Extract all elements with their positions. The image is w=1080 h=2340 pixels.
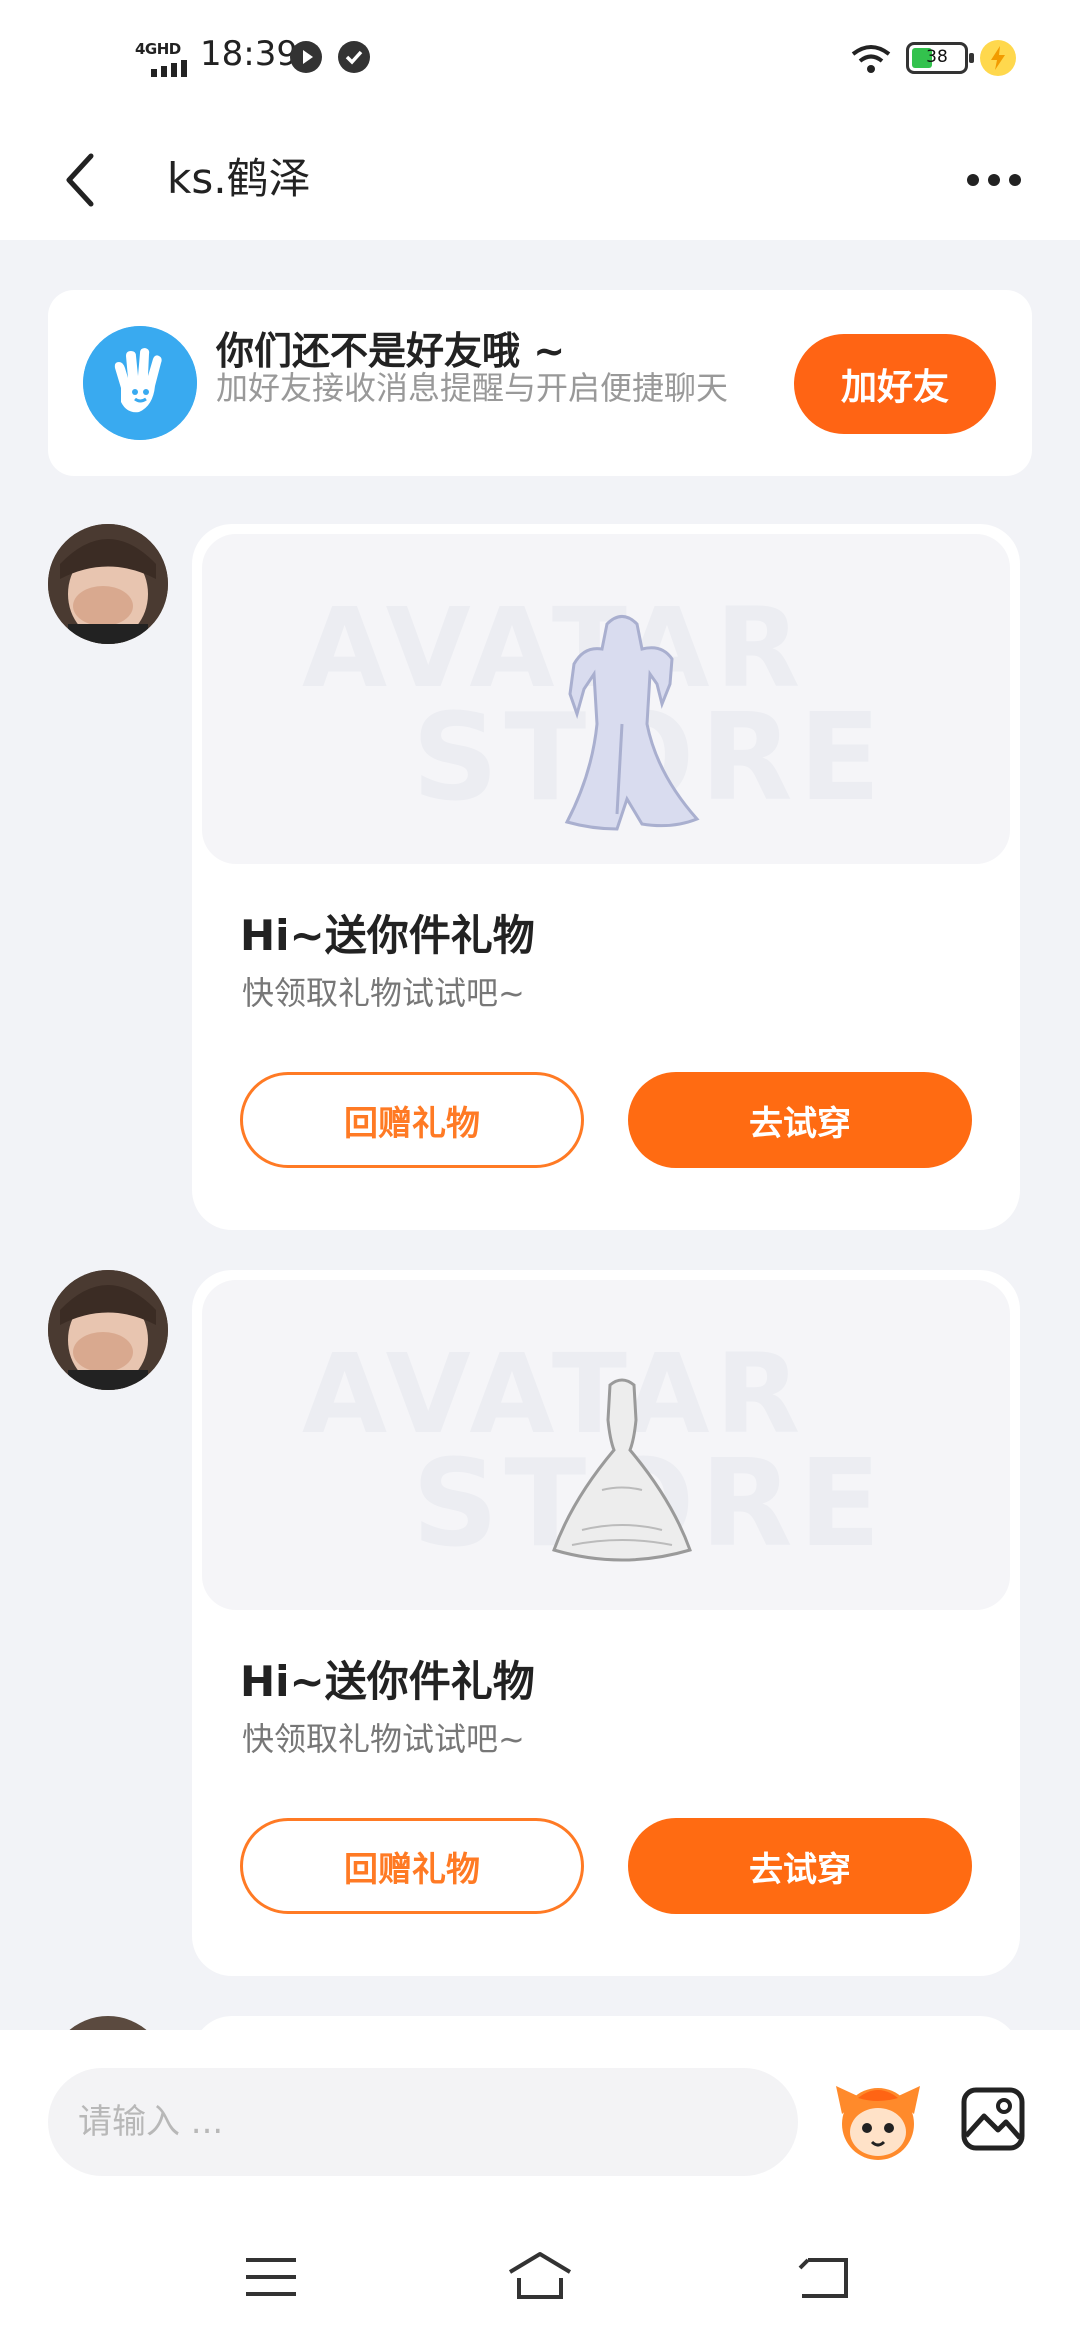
system-navigation-bar bbox=[0, 2220, 1080, 2340]
try-on-button[interactable]: 去试穿 bbox=[628, 1818, 972, 1914]
waving-hand-icon bbox=[83, 326, 197, 440]
gift-subtitle: 快领取礼物试试吧~ bbox=[242, 974, 525, 1012]
wedding-dress-icon bbox=[552, 1378, 692, 1562]
back-arrow-icon[interactable] bbox=[55, 142, 111, 218]
banner-title: 你们还不是好友哦 ~ bbox=[216, 329, 566, 373]
more-options-icon[interactable] bbox=[964, 162, 1024, 198]
back-nav-icon[interactable] bbox=[790, 2242, 860, 2312]
menu-icon[interactable] bbox=[236, 2242, 306, 2312]
avatar[interactable] bbox=[48, 524, 168, 644]
cellular-signal-icon: 4GHD bbox=[135, 40, 191, 80]
ghost-costume-icon bbox=[564, 615, 700, 831]
banner-subtitle: 加好友接收消息提醒与开启便捷聊天 bbox=[216, 369, 729, 407]
gift-card: AVATAR STORE Hi~送你件礼物 快领取礼物试试吧~ 回赠礼物 去试穿 bbox=[192, 524, 1020, 1230]
home-icon[interactable] bbox=[505, 2242, 575, 2312]
check-notification-icon bbox=[338, 41, 370, 73]
status-bar: 4GHD 18:39 38 bbox=[0, 0, 1080, 120]
gift-title: Hi~送你件礼物 bbox=[240, 1657, 535, 1706]
emoji-sticker-icon[interactable] bbox=[832, 2074, 924, 2166]
battery-icon: 38 bbox=[906, 42, 974, 74]
network-type: 4GHD bbox=[135, 40, 181, 58]
gift-preview-image[interactable]: AVATAR STORE bbox=[202, 1280, 1010, 1610]
friend-request-banner: 你们还不是好友哦 ~ 加好友接收消息提醒与开启便捷聊天 加好友 bbox=[48, 290, 1032, 476]
return-gift-button[interactable]: 回赠礼物 bbox=[240, 1072, 584, 1168]
chat-header: ks.鹤泽 bbox=[0, 120, 1080, 240]
gift-card: AVATAR STORE Hi~送你件礼物 快领取礼物试试吧~ 回赠礼物 去试穿 bbox=[192, 1270, 1020, 1976]
gift-subtitle: 快领取礼物试试吧~ bbox=[242, 1720, 525, 1758]
battery-level: 38 bbox=[926, 47, 948, 67]
return-gift-button[interactable]: 回赠礼物 bbox=[240, 1818, 584, 1914]
chat-title: ks.鹤泽 bbox=[167, 154, 311, 203]
add-friend-button[interactable]: 加好友 bbox=[794, 334, 996, 434]
gift-title: Hi~送你件礼物 bbox=[240, 911, 535, 960]
media-notification-icon bbox=[290, 41, 322, 73]
try-on-button[interactable]: 去试穿 bbox=[628, 1072, 972, 1168]
wifi-icon bbox=[851, 45, 891, 73]
status-time: 18:39 bbox=[200, 34, 298, 74]
gift-preview-image[interactable]: AVATAR STORE bbox=[202, 534, 1010, 864]
message-input[interactable] bbox=[48, 2068, 798, 2176]
image-picker-icon[interactable] bbox=[960, 2086, 1026, 2152]
avatar[interactable] bbox=[48, 1270, 168, 1390]
charging-icon bbox=[980, 40, 1016, 76]
